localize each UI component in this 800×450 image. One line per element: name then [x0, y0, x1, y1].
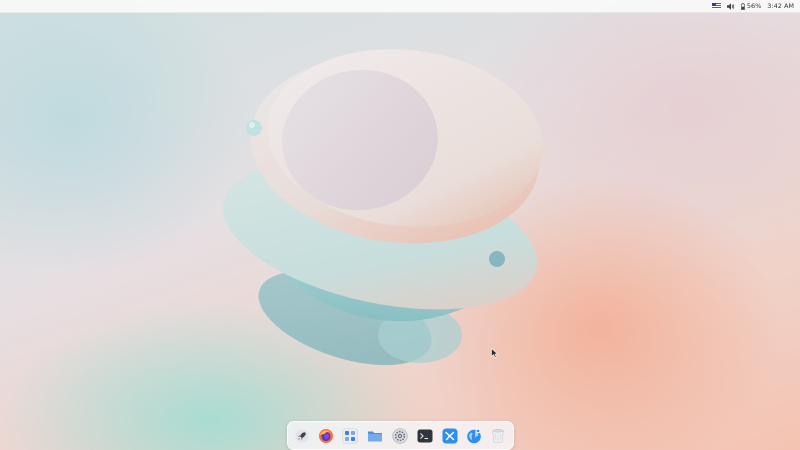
system-tray: 56% 3:42 AM: [711, 0, 794, 12]
speaker-icon: [726, 2, 734, 10]
dock-item-app-store[interactable]: [441, 427, 459, 445]
dock-item-app-grid[interactable]: [341, 427, 359, 445]
folder-icon: [368, 431, 382, 442]
dock-item-browser[interactable]: [465, 427, 483, 445]
dock-item-terminal[interactable]: [416, 427, 434, 445]
trash-icon: [492, 429, 504, 443]
mouse-pointer-icon: [491, 348, 499, 358]
battery-icon: [740, 2, 745, 10]
wallpaper-art: [222, 49, 543, 366]
battery-indicator[interactable]: 56%: [740, 2, 762, 10]
firefox-icon: [319, 429, 333, 443]
dock-item-files[interactable]: [366, 427, 384, 445]
dock-item-launcher[interactable]: [293, 427, 311, 445]
dock-item-settings[interactable]: [391, 427, 409, 445]
dock: [287, 421, 514, 450]
dock-item-trash[interactable]: [489, 427, 507, 445]
battery-percent: 56%: [746, 2, 762, 10]
app-store-icon: [442, 428, 458, 444]
app-grid-icon: [342, 428, 358, 444]
terminal-icon: [417, 429, 433, 443]
us-flag-icon[interactable]: [711, 3, 721, 9]
dock-item-firefox[interactable]: [317, 427, 335, 445]
rocket-icon: [295, 429, 309, 443]
settings-icon: [392, 428, 408, 444]
top-panel: 56% 3:42 AM: [0, 0, 800, 13]
volume-indicator[interactable]: [726, 2, 735, 10]
desktop[interactable]: 56% 3:42 AM: [0, 0, 800, 450]
globe-icon: [467, 428, 481, 444]
clock[interactable]: 3:42 AM: [767, 2, 794, 10]
